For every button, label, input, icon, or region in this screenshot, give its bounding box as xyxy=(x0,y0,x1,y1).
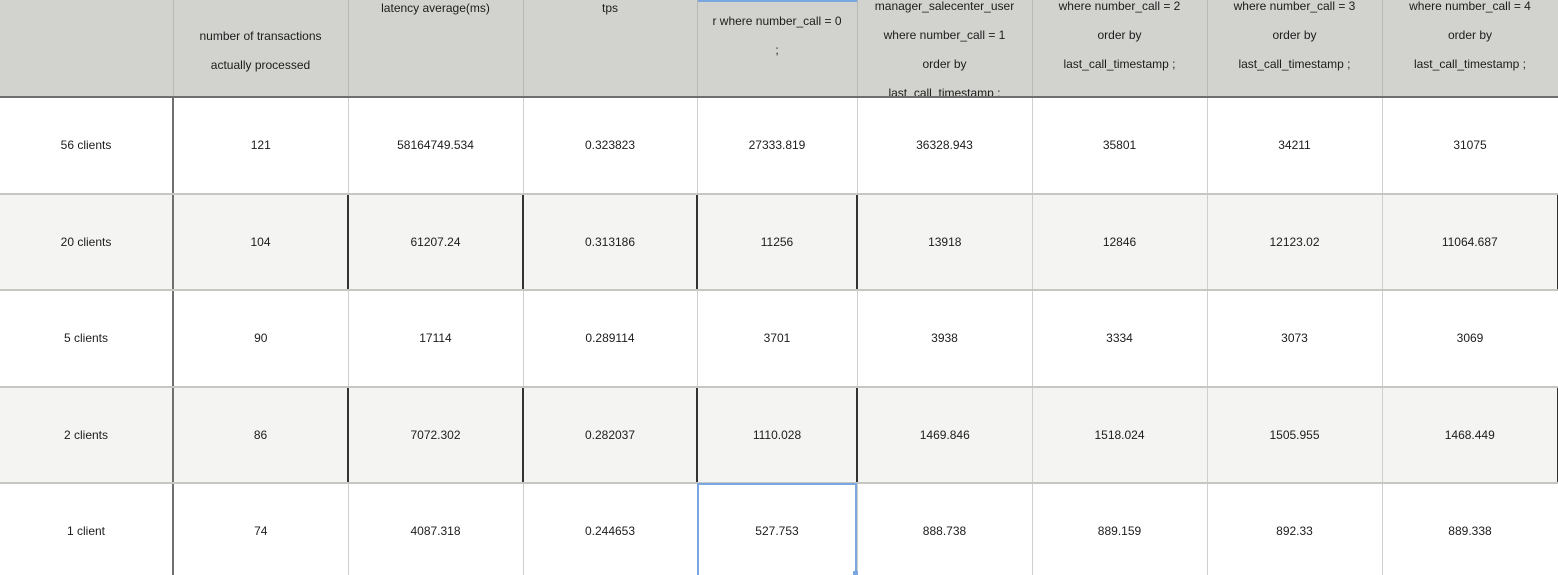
data-cell[interactable]: 1518.024 xyxy=(1032,386,1208,484)
header-cell-transactions[interactable]: number of transactions actually processe… xyxy=(173,0,349,98)
header-line: last_call_timestamp ; xyxy=(888,86,1001,97)
data-cell[interactable]: 104 xyxy=(173,193,349,291)
data-cell[interactable]: 0.244653 xyxy=(523,483,698,575)
header-line: where number_call = 3 xyxy=(1233,0,1356,13)
table-row: 1 client 74 4087.318 0.244653 527.753 88… xyxy=(0,483,1558,575)
table-row: 5 clients 90 17114 0.289114 3701 3938 33… xyxy=(0,290,1558,388)
data-cell[interactable]: 889.159 xyxy=(1032,483,1208,575)
header-cell-latency[interactable]: latency average(ms) xyxy=(348,0,524,98)
data-cell[interactable]: 36328.943 xyxy=(857,97,1033,195)
header-line: tps xyxy=(601,1,618,15)
table-row: 56 clients 121 58164749.534 0.323823 273… xyxy=(0,97,1558,195)
data-cell[interactable]: 889.338 xyxy=(1382,483,1558,575)
data-cell[interactable]: 1468.449 xyxy=(1382,386,1558,484)
data-cell[interactable]: 3073 xyxy=(1207,290,1383,388)
header-line: manager_salecenter_user xyxy=(874,0,1015,13)
header-cell-query-0[interactable]: r where number_call = 0 ; xyxy=(697,0,858,98)
header-line: ; xyxy=(775,43,779,57)
data-cell[interactable]: 74 xyxy=(173,483,349,575)
data-cell[interactable]: 3701 xyxy=(697,290,858,388)
header-line: where number_call = 4 xyxy=(1409,0,1531,13)
header-line: latency average(ms) xyxy=(381,1,490,15)
data-cell[interactable]: 1505.955 xyxy=(1207,386,1383,484)
header-line: order by xyxy=(922,57,967,71)
row-label-cell[interactable]: 5 clients xyxy=(0,290,174,388)
data-cell[interactable]: 3069 xyxy=(1382,290,1558,388)
selected-cell[interactable]: 527.753 xyxy=(697,483,858,575)
data-cell[interactable]: 7072.302 xyxy=(348,386,524,484)
row-label-cell[interactable]: 1 client xyxy=(0,483,174,575)
data-cell[interactable]: 121 xyxy=(173,97,349,195)
header-cell-query-4[interactable]: where number_call = 4 order by last_call… xyxy=(1382,0,1558,98)
header-cell-corner[interactable] xyxy=(0,0,174,98)
header-line: last_call_timestamp ; xyxy=(1413,57,1527,71)
row-label-cell[interactable]: 2 clients xyxy=(0,386,174,484)
data-cell[interactable]: 17114 xyxy=(348,290,524,388)
header-line: actually processed xyxy=(210,58,311,72)
data-cell[interactable]: 4087.318 xyxy=(348,483,524,575)
header-line: order by xyxy=(1447,28,1493,42)
data-cell[interactable]: 1469.846 xyxy=(857,386,1033,484)
data-cell[interactable]: 0.282037 xyxy=(523,386,698,484)
header-row: number of transactions actually processe… xyxy=(0,0,1558,98)
data-cell[interactable]: 31075 xyxy=(1382,97,1558,195)
header-line: order by xyxy=(1097,28,1142,42)
data-cell[interactable]: 86 xyxy=(173,386,349,484)
header-cell-query-2[interactable]: where number_call = 2 order by last_call… xyxy=(1032,0,1208,98)
header-line: order by xyxy=(1272,28,1317,42)
data-cell[interactable]: 0.289114 xyxy=(523,290,698,388)
header-line: where number_call = 2 xyxy=(1058,0,1181,13)
table-row: 2 clients 86 7072.302 0.282037 1110.028 … xyxy=(0,386,1558,484)
data-cell[interactable]: 892.33 xyxy=(1207,483,1383,575)
data-cell[interactable]: 90 xyxy=(173,290,349,388)
data-cell[interactable]: 58164749.534 xyxy=(348,97,524,195)
data-cell[interactable]: 27333.819 xyxy=(697,97,858,195)
header-line: r where number_call = 0 xyxy=(712,14,842,28)
data-cell[interactable]: 35801 xyxy=(1032,97,1208,195)
header-line: last_call_timestamp ; xyxy=(1238,57,1351,71)
data-cell[interactable]: 3334 xyxy=(1032,290,1208,388)
data-cell[interactable]: 3938 xyxy=(857,290,1033,388)
data-cell[interactable]: 11256 xyxy=(697,193,858,291)
data-cell[interactable]: 1110.028 xyxy=(697,386,858,484)
data-cell[interactable]: 888.738 xyxy=(857,483,1033,575)
header-line: number of transactions xyxy=(199,29,322,43)
data-cell[interactable]: 11064.687 xyxy=(1382,193,1558,291)
data-cell[interactable]: 12123.02 xyxy=(1207,193,1383,291)
data-cell[interactable]: 34211 xyxy=(1207,97,1383,195)
spreadsheet-grid: number of transactions actually processe… xyxy=(0,0,1558,575)
benchmark-table: number of transactions actually processe… xyxy=(0,0,1558,575)
data-cell[interactable]: 0.323823 xyxy=(523,97,698,195)
table-row: 20 clients 104 61207.24 0.313186 11256 1… xyxy=(0,193,1558,291)
header-cell-query-3[interactable]: where number_call = 3 order by last_call… xyxy=(1207,0,1383,98)
row-label-cell[interactable]: 20 clients xyxy=(0,193,174,291)
data-cell[interactable]: 0.313186 xyxy=(523,193,698,291)
header-cell-tps[interactable]: tps xyxy=(523,0,698,98)
data-cell[interactable]: 13918 xyxy=(857,193,1033,291)
header-line: where number_call = 1 xyxy=(883,28,1006,42)
header-cell-query-1[interactable]: manager_salecenter_user where number_cal… xyxy=(857,0,1033,98)
header-line: last_call_timestamp ; xyxy=(1063,57,1176,71)
row-label-cell[interactable]: 56 clients xyxy=(0,97,174,195)
data-cell[interactable]: 61207.24 xyxy=(348,193,524,291)
selection-fill-handle[interactable] xyxy=(853,571,858,575)
data-cell[interactable]: 12846 xyxy=(1032,193,1208,291)
